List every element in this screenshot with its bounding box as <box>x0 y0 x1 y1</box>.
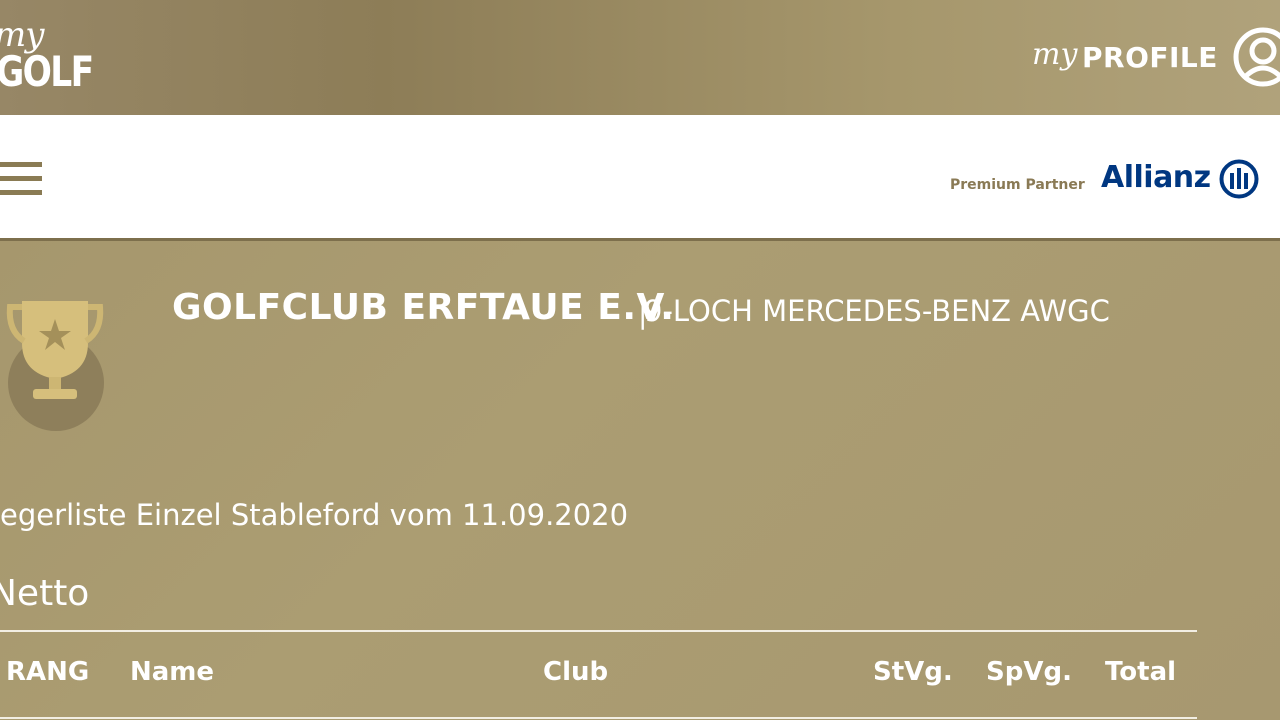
my-profile-button[interactable]: my PROFILE <box>1020 24 1280 94</box>
table-top-divider <box>0 630 1197 632</box>
tournament-name: 9-LOCH MERCEDES-BENZ AWGC <box>644 294 1110 328</box>
column-header-spvg[interactable]: SpVg. <box>986 654 1072 690</box>
column-header-club[interactable]: Club <box>543 654 608 690</box>
user-circle-icon <box>1233 27 1280 87</box>
column-header-stvg[interactable]: StVg. <box>873 654 953 690</box>
club-title: GOLFCLUB ERFTAUE E.V. <box>172 287 675 328</box>
logo-main-text: GOLF <box>0 47 94 96</box>
column-header-rang[interactable]: RANG <box>6 654 89 690</box>
table-header-divider <box>0 717 1197 719</box>
column-header-name[interactable]: Name <box>130 654 214 690</box>
column-header-total[interactable]: Total <box>1105 654 1176 690</box>
results-subtitle: iegerliste Einzel Stableford vom 11.09.2… <box>0 498 629 532</box>
navigation-bar: Premium Partner Allianz <box>0 115 1280 241</box>
allianz-wordmark[interactable]: Allianz <box>1101 159 1211 197</box>
top-header-bar: my GOLF my PROFILE <box>0 0 1280 115</box>
profile-script-text: my <box>1032 37 1078 72</box>
mygolf-logo[interactable]: my GOLF <box>0 18 110 98</box>
main-content: GOLFCLUB ERFTAUE E.V. | 9-LOCH MERCEDES-… <box>0 241 1280 720</box>
trophy-icon <box>6 301 104 431</box>
allianz-logo-icon[interactable] <box>1219 159 1259 199</box>
hamburger-menu-icon[interactable] <box>0 159 42 199</box>
profile-label: PROFILE <box>1082 41 1218 74</box>
premium-partner-label: Premium Partner <box>950 177 1085 193</box>
section-heading: Netto <box>0 573 90 614</box>
